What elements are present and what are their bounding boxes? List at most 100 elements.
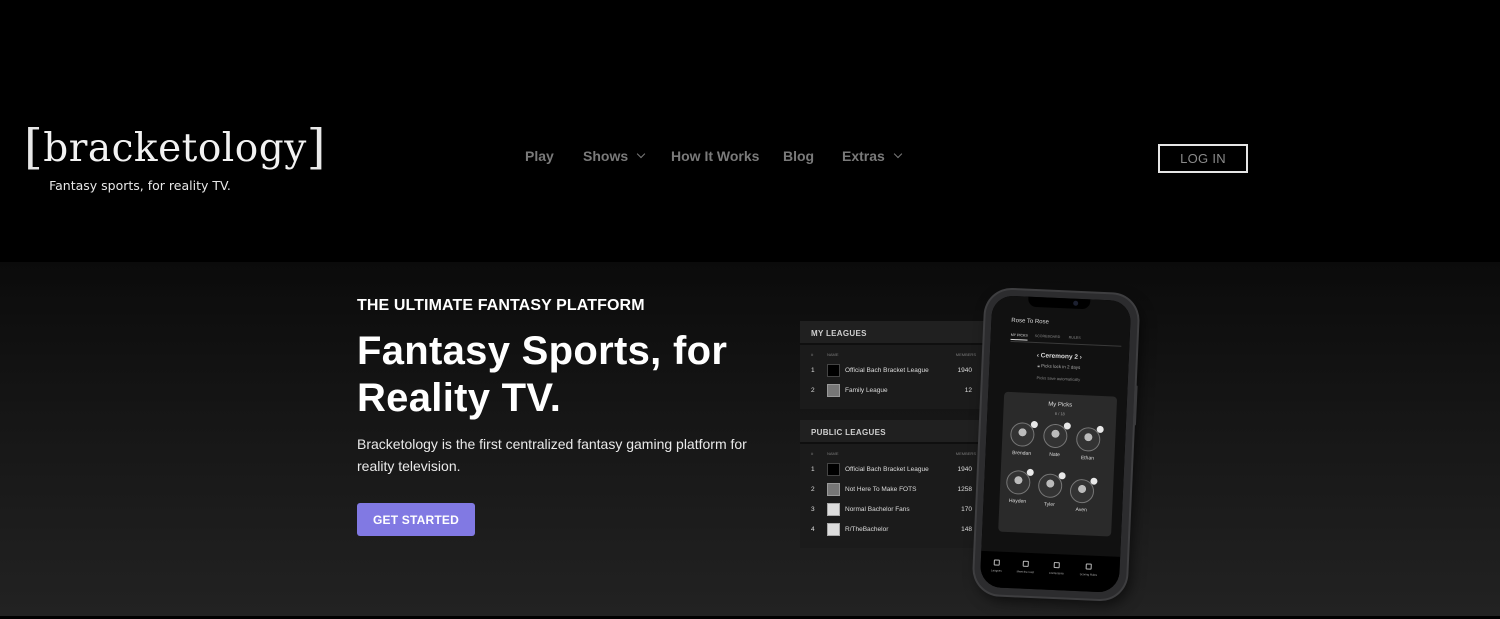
league-members: 170 [961, 506, 972, 513]
col-rank: # [811, 352, 814, 357]
camera-icon [1073, 300, 1079, 306]
league-name: Official Bach Bracket League [845, 367, 929, 374]
league-row[interactable]: 1 Official Bach Bracket League 1940 [800, 460, 996, 480]
bottom-nav-label: Scoring Rules [1079, 572, 1098, 577]
avatar[interactable] [1075, 425, 1104, 452]
hero-eyebrow: THE ULTIMATE FANTASY PLATFORM [357, 297, 645, 314]
league-row[interactable]: 3 Normal Bachelor Fans 170 [800, 500, 996, 520]
chevron-right-icon[interactable]: › [1080, 354, 1082, 361]
avatar[interactable] [1005, 468, 1034, 495]
col-name: NAME [827, 352, 839, 357]
league-rank: 3 [811, 506, 815, 513]
league-row[interactable]: 1 Official Bach Bracket League 1940 [800, 361, 996, 381]
avatar[interactable] [1069, 477, 1098, 504]
league-rank: 1 [811, 367, 815, 374]
table-header: # NAME MEMBERS [800, 444, 996, 460]
chevron-down-icon [636, 149, 646, 159]
bottom-nav-label: Leagues [990, 568, 1002, 573]
nav-shows[interactable]: Shows [583, 148, 646, 164]
logo-tagline: Fantasy sports, for reality TV. [49, 178, 231, 193]
nav-label: Extras [842, 148, 885, 164]
table-header: # NAME MEMBERS [800, 345, 996, 361]
tab-rules[interactable]: RULES [1069, 335, 1081, 340]
my-leagues-panel: MY LEAGUES # NAME MEMBERS 1 Official Bac… [800, 321, 996, 409]
bottom-nav-contestants[interactable]: Contestants [1043, 562, 1070, 576]
avatar[interactable] [1037, 472, 1066, 499]
tab-scoreboard[interactable]: SCOREBOARD [1035, 334, 1061, 339]
nav-how-it-works[interactable]: How It Works [671, 148, 759, 164]
league-members: 1940 [957, 367, 972, 374]
bottom-nav-label: Meet the Cast [1016, 569, 1035, 575]
people-icon [1053, 562, 1060, 569]
league-members: 1940 [957, 466, 972, 473]
nav-extras[interactable]: Extras [842, 148, 903, 164]
col-members: MEMBERS [955, 352, 976, 357]
nav-label: Blog [783, 148, 815, 164]
league-row[interactable]: 4 R/TheBachelor 148 [800, 520, 996, 540]
person-icon [1022, 560, 1029, 567]
league-row[interactable]: 2 Family League 12 [800, 381, 996, 401]
avatar[interactable] [1009, 420, 1038, 448]
app-bottom-nav: Leagues Meet the Cast Contestants Scorin… [979, 550, 1121, 593]
remove-icon[interactable] [1030, 420, 1038, 429]
pick-name: Aven [1075, 506, 1087, 514]
list-icon [1085, 563, 1092, 570]
app-screen: Rose To Rose MY PICKS SCOREBOARD RULES ‹… [979, 295, 1132, 593]
autosave-text: Picks save automatically [1036, 375, 1081, 382]
bottom-nav-scoring[interactable]: Scoring Rules [1075, 563, 1102, 577]
nav-blog[interactable]: Blog [783, 148, 814, 164]
login-button[interactable]: LOG IN [1158, 144, 1248, 173]
league-members: 1258 [957, 486, 972, 493]
my-leagues-title: MY LEAGUES [800, 321, 996, 345]
nav-label: Shows [583, 148, 629, 164]
pick-name: Ethan [1080, 455, 1095, 462]
bottom-nav-label: Contestants [1048, 570, 1064, 576]
logo-wordmark: [bracketology] [24, 120, 325, 174]
hero-description: Bracketology is the first centralized fa… [357, 436, 747, 474]
nav-label: Play [525, 148, 554, 164]
league-name: Official Bach Bracket League [845, 466, 929, 473]
pick-name: Hayden [1008, 498, 1027, 505]
remove-icon[interactable] [1090, 477, 1098, 485]
league-name: R/TheBachelor [845, 526, 889, 533]
league-rank: 1 [811, 466, 815, 473]
image-thumb-icon [827, 384, 840, 397]
public-leagues-title: PUBLIC LEAGUES [800, 420, 996, 444]
remove-icon[interactable] [1063, 422, 1071, 430]
league-name: Normal Bachelor Fans [845, 506, 910, 513]
ceremony-label: Ceremony 2 [1040, 352, 1079, 361]
app-tabs: MY PICKS SCOREBOARD RULES [1010, 331, 1122, 347]
public-leagues-panel: PUBLIC LEAGUES # NAME MEMBERS 1 Official… [800, 420, 996, 548]
nav-label: How It Works [671, 148, 760, 164]
league-name: Family League [845, 387, 888, 394]
pick-name: Brendan [1011, 450, 1032, 457]
logo-word: bracketology [43, 126, 307, 171]
hero-headline: Fantasy Sports, for Reality TV. [357, 329, 728, 420]
chevron-down-icon [893, 149, 903, 159]
image-thumb-icon [827, 503, 840, 516]
get-started-button[interactable]: GET STARTED [357, 503, 475, 536]
avatar[interactable] [1042, 422, 1071, 449]
remove-icon[interactable] [1096, 425, 1104, 434]
league-row[interactable]: 2 Not Here To Make FOTS 1258 [800, 480, 996, 500]
league-rank: 2 [811, 486, 815, 493]
bottom-nav-leagues[interactable]: Leagues [983, 559, 1010, 573]
remove-icon[interactable] [1026, 468, 1034, 477]
app-title: Rose To Rose [1011, 317, 1050, 326]
league-rank: 2 [811, 387, 815, 394]
nav-play[interactable]: Play [525, 148, 554, 164]
lock-status: 🔒︎ Picks lock in 2 days [989, 361, 1128, 372]
pick-name: Nate [1049, 451, 1060, 459]
league-rank: 4 [811, 526, 815, 533]
bracket-logo-icon [827, 364, 840, 377]
lock-text: Picks lock in 2 days [1040, 363, 1081, 370]
bracket-logo-icon [827, 463, 840, 476]
league-members: 12 [964, 387, 972, 394]
chevron-left-icon[interactable]: ‹ [1037, 352, 1039, 359]
my-picks-card: My Picks 6 / 18 Brendan Nate Ethan Hayde… [998, 391, 1118, 537]
logo[interactable]: [bracketology] Fantasy sports, for reali… [24, 120, 325, 193]
remove-icon[interactable] [1058, 472, 1066, 480]
phone-mockup: Rose To Rose MY PICKS SCOREBOARD RULES ‹… [973, 288, 1139, 601]
bottom-nav-cast[interactable]: Meet the Cast [1012, 560, 1039, 574]
tab-my-picks[interactable]: MY PICKS [1010, 332, 1028, 341]
